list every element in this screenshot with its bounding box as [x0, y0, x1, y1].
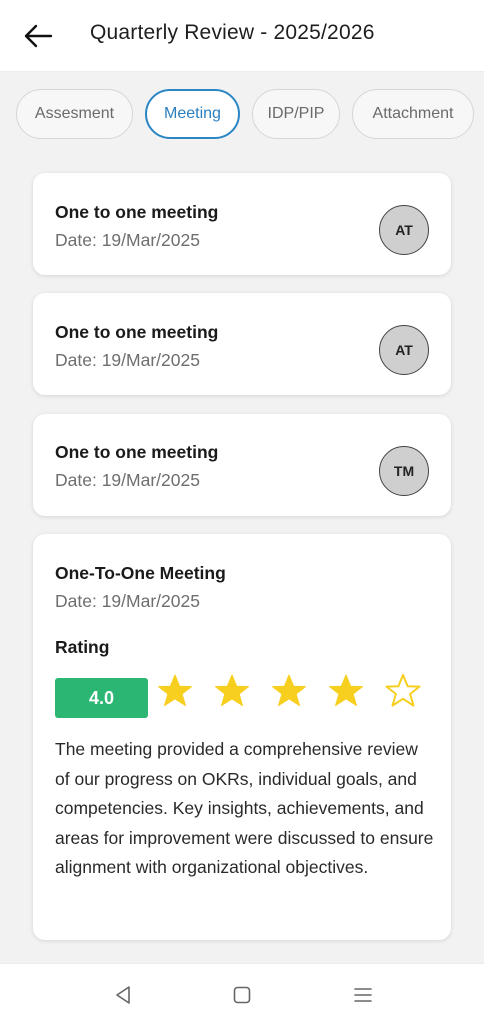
- star-filled-icon: [329, 674, 363, 707]
- meeting-card[interactable]: One to one meeting Date: 19/Mar/2025 TM: [33, 414, 451, 516]
- meeting-title: One to one meeting: [55, 322, 219, 342]
- detail-date: Date: 19/Mar/2025: [55, 591, 200, 611]
- system-nav-bar: [0, 963, 484, 1024]
- tab-attachment[interactable]: Attachment: [352, 89, 474, 139]
- meeting-date: Date: 19/Mar/2025: [55, 470, 200, 490]
- meeting-description: The meeting provided a comprehensive rev…: [55, 739, 434, 878]
- app-header: Quarterly Review - 2025/2026: [0, 0, 484, 72]
- menu-lines-icon: [354, 988, 372, 1002]
- meeting-card[interactable]: One to one meeting Date: 19/Mar/2025 AT: [33, 173, 451, 275]
- nav-home-button[interactable]: [229, 982, 255, 1008]
- triangle-back-icon: [116, 986, 130, 1004]
- star-filled-icon: [272, 674, 306, 707]
- star-filled-icon: [158, 674, 192, 707]
- meeting-title: One to one meeting: [55, 442, 219, 462]
- tab-assesment[interactable]: Assesment: [16, 89, 133, 139]
- meeting-date: Date: 19/Mar/2025: [55, 350, 200, 370]
- star-empty-icon: [385, 674, 421, 707]
- meeting-card[interactable]: One to one meeting Date: 19/Mar/2025 AT: [33, 293, 451, 395]
- page-title: Quarterly Review - 2025/2026: [90, 21, 375, 44]
- nav-menu-button[interactable]: [350, 982, 376, 1008]
- rating-badge: 4.0: [55, 678, 148, 718]
- arrow-left-icon: [24, 24, 53, 48]
- avatar[interactable]: AT: [379, 325, 429, 375]
- tab-bar: Assesment Meeting IDP/PIP Attachment: [16, 89, 484, 141]
- meeting-title: One to one meeting: [55, 202, 219, 222]
- tab-idp-pip[interactable]: IDP/PIP: [252, 89, 340, 139]
- star-rating: [157, 673, 421, 709]
- back-button[interactable]: [22, 20, 54, 52]
- avatar[interactable]: AT: [379, 205, 429, 255]
- square-home-icon: [233, 986, 251, 1004]
- nav-back-button[interactable]: [110, 982, 136, 1008]
- rating-label: Rating: [55, 637, 110, 657]
- tab-meeting[interactable]: Meeting: [145, 89, 240, 139]
- star-filled-icon: [215, 674, 249, 707]
- detail-title: One-To-One Meeting: [55, 563, 226, 583]
- meeting-detail-card: One-To-One Meeting Date: 19/Mar/2025 Rat…: [33, 534, 451, 940]
- meeting-date: Date: 19/Mar/2025: [55, 230, 200, 250]
- avatar[interactable]: TM: [379, 446, 429, 496]
